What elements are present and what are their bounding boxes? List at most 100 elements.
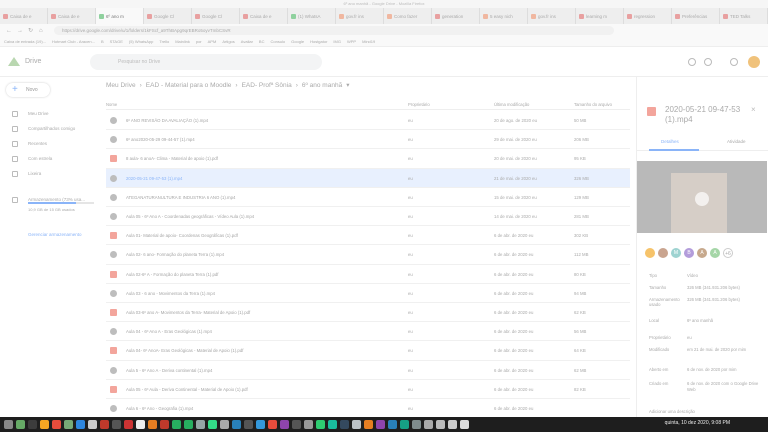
taskbar-app-icon[interactable] [172,420,181,429]
taskbar-app-icon[interactable] [328,420,337,429]
bookmark-item[interactable]: Mind19 [362,39,375,44]
play-icon[interactable] [695,192,709,206]
browser-tab[interactable]: learning m [576,8,624,24]
bookmark-item[interactable]: Mainlink [175,39,190,44]
breadcrumb-item[interactable]: Meu Drive [106,82,136,89]
bookmark-item[interactable]: Caixa de entrada (19)... [4,39,46,44]
taskbar-app-icon[interactable] [160,420,169,429]
avatar[interactable]: B [684,248,694,258]
manage-storage-link[interactable]: Gerenciar armazenamento [28,232,82,238]
taskbar-app-icon[interactable] [16,420,25,429]
file-row[interactable]: Aula 01- Material de apoio- Coordenas Ge… [106,226,630,246]
taskbar-app-icon[interactable] [88,420,97,429]
browser-tab[interactable]: 6º ano m [96,8,144,24]
taskbar-app-icon[interactable] [304,420,313,429]
reload-icon[interactable]: ↻ [28,28,34,34]
taskbar-app-icon[interactable] [388,420,397,429]
browser-tab[interactable]: generation [432,8,480,24]
taskbar-app-icon[interactable] [412,420,421,429]
new-button[interactable]: + Novo [6,83,50,97]
sidebar-item-my-drive[interactable]: Meu Drive [0,108,100,120]
taskbar-app-icon[interactable] [148,420,157,429]
browser-tab[interactable]: TED Talks [720,8,768,24]
taskbar-app-icon[interactable] [340,420,349,429]
browser-tab[interactable]: Google Cl [192,8,240,24]
column-size[interactable]: Tamanho do arquivo [574,102,612,107]
bookmark-item[interactable]: B [101,39,104,44]
taskbar-app-icon[interactable] [4,420,13,429]
browser-tab[interactable]: 5 easy nich [480,8,528,24]
sidebar-item-starred[interactable]: Com estrela [0,153,100,165]
avatar[interactable] [748,56,760,68]
taskbar-app-icon[interactable] [292,420,301,429]
browser-tab[interactable]: gov.fr ins [336,8,384,24]
file-row[interactable]: Aula 04- 6º AnoA- Eras Geológicas - Mate… [106,341,630,361]
file-row[interactable]: Aula 5 - 6º Ano A - Deriva continental (… [106,361,630,380]
browser-tab[interactable]: Preferências [672,8,720,24]
file-row[interactable]: 6º ANO REVISÃO DA AVALIAÇÃO (1).mp4 eu 20 … [106,111,630,131]
sidebar-item-shared[interactable]: Compartilhados comigo [0,123,100,135]
file-row[interactable]: Aula 02-6º A - Formação do planeta Terra… [106,265,630,284]
browser-tab[interactable]: (1) WhatsA [288,8,336,24]
column-owner[interactable]: Proprietário [408,102,430,107]
breadcrumb-item[interactable]: 6º ano manhã [302,82,342,89]
avatar[interactable] [658,248,668,258]
taskbar-app-icon[interactable] [208,420,217,429]
avatar[interactable] [645,248,655,258]
taskbar-app-icon[interactable] [448,420,457,429]
bookmark-item[interactable]: Trello [159,39,169,44]
bookmark-item[interactable]: Google [291,39,304,44]
file-row[interactable]: Aula 04 - 6º Ano A - Eras Geológicas (1)… [106,322,630,342]
shared-with-avatars[interactable]: M B A A +6 [645,248,733,258]
taskbar-app-icon[interactable] [268,420,277,429]
chevron-down-icon[interactable]: ▾ [346,81,349,89]
breadcrumb-item[interactable]: EAD - Material para o Moodle [146,82,232,89]
bookmark-item[interactable]: APM [208,39,217,44]
taskbar-app-icon[interactable] [64,420,73,429]
add-description[interactable]: Adicionar uma descrição [649,409,749,414]
browser-tab[interactable]: Como fazer [384,8,432,24]
sidebar-item-recent[interactable]: Recentes [0,138,100,150]
avatar[interactable]: +6 [723,248,733,258]
settings-icon[interactable] [704,58,712,66]
bookmark-item[interactable]: Artigos [222,39,234,44]
avatar[interactable]: A [697,248,707,258]
file-row[interactable]: Aula 02- 6 ano- Formação do planeta Terr… [106,245,630,265]
taskbar-app-icon[interactable] [364,420,373,429]
browser-tab[interactable]: gov.fr ins [528,8,576,24]
taskbar-app-icon[interactable] [280,420,289,429]
taskbar-app-icon[interactable] [316,420,325,429]
avatar[interactable]: M [671,248,681,258]
sidebar-item-trash[interactable]: Lixeira [0,168,100,180]
bookmark-item[interactable]: WPP [347,39,356,44]
bookmark-item[interactable]: Avaliar [241,39,253,44]
browser-tab[interactable]: regression [624,8,672,24]
taskbar-app-icon[interactable] [436,420,445,429]
taskbar-app-icon[interactable] [52,420,61,429]
url-field[interactable]: https://drive.google.com/drive/u/1/folde… [54,26,614,35]
bookmark-item[interactable]: Consulo [270,39,285,44]
taskbar-app-icon[interactable] [460,420,469,429]
file-row[interactable]: Aula 05 - 6º Aula - Deriva Continental -… [106,380,630,399]
drive-logo[interactable]: Drive [0,57,41,66]
file-row[interactable]: Aula 03 - 6 ano - Movimentos da Terra (1… [106,284,630,303]
taskbar-app-icon[interactable] [76,420,85,429]
breadcrumb-item[interactable]: EAD- Profª Sônia [242,82,292,89]
column-modified[interactable]: Última modificação [494,102,529,107]
taskbar-app-icon[interactable] [400,420,409,429]
browser-tab[interactable]: Caixa de e [48,8,96,24]
browser-tab[interactable]: Caixa de e [240,8,288,24]
taskbar-app-icon[interactable] [28,420,37,429]
bookmark-item[interactable]: Hostgator [310,39,327,44]
taskbar-app-icon[interactable] [256,420,265,429]
video-thumbnail[interactable] [637,161,767,233]
search-input[interactable]: Pesquisar no Drive [90,53,322,70]
taskbar-app-icon[interactable] [376,420,385,429]
column-name[interactable]: Nome [106,102,117,107]
back-icon[interactable]: ← [6,28,12,34]
taskbar-app-icon[interactable] [112,420,121,429]
bookmark-item[interactable]: (5) WhatsApp [129,39,153,44]
file-row[interactable]: 8 aula- 6 anoA- Clima - Material de apoi… [106,149,630,169]
avatar[interactable]: A [710,248,720,258]
file-row[interactable]: ATEGANATURANULTURA E INDUSTRIA 6 ANO (1)… [106,188,630,207]
